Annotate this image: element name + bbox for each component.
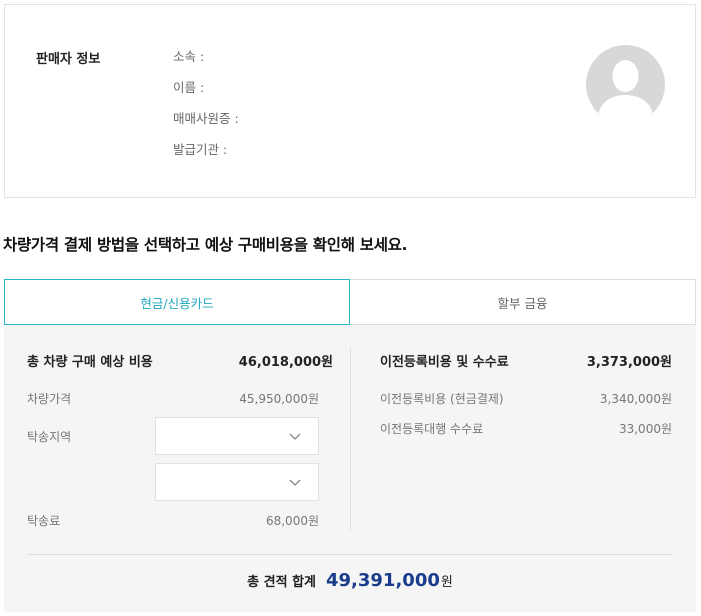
delivery-region-row: 탁송지역	[27, 428, 71, 445]
registration-total-label: 이전등록비용 및 수수료	[380, 355, 509, 370]
vehicle-price-value: 45,950,000원	[239, 392, 319, 406]
user-silhouette-icon	[597, 60, 654, 124]
payment-method-tabs: 현금/신용카드 할부 금융	[4, 279, 696, 325]
seller-license-label: 매매사원증 :	[173, 111, 239, 126]
vehicle-total-value: 46,018,000원	[238, 355, 333, 370]
seller-fields: 소속 : 이름 : 매매사원증 : 발급기관 :	[173, 49, 239, 173]
seller-issuer-label: 발급기관 :	[173, 142, 228, 157]
tab-loan-label: 할부 금융	[497, 295, 548, 311]
registration-cost-value: 3,340,000원	[599, 392, 672, 406]
vehicle-price-row: 차량가격 45,950,000원	[27, 390, 319, 407]
delivery-fee-value: 68,000원	[265, 514, 319, 528]
registration-cost-row: 이전등록비용 (현금결제) 3,340,000원	[380, 390, 672, 407]
agency-fee-label: 이전등록대행 수수료	[380, 422, 484, 436]
registration-cost-label: 이전등록비용 (현금결제)	[380, 392, 504, 406]
registration-total-value: 3,373,000원	[586, 355, 672, 370]
grand-total: 총 견적 합계 49,391,000 원	[4, 570, 696, 591]
delivery-region-select-1[interactable]	[155, 417, 319, 455]
total-divider	[27, 554, 673, 555]
grand-total-amount: 49,391,000	[326, 570, 440, 591]
grand-total-unit: 원	[440, 575, 453, 590]
seller-info-title: 판매자 정보	[36, 52, 101, 67]
tab-cash-credit-card[interactable]: 현금/신용카드	[4, 279, 350, 325]
delivery-region-label: 탁송지역	[27, 430, 72, 444]
vehicle-price-label: 차량가격	[27, 392, 72, 406]
tab-installment-finance[interactable]: 할부 금융	[349, 279, 696, 325]
seller-affiliation-label: 소속 :	[173, 49, 205, 64]
chevron-down-icon	[289, 479, 301, 486]
registration-total-row: 이전등록비용 및 수수료 3,373,000원	[380, 351, 672, 370]
tab-cash-label: 현금/신용카드	[140, 295, 214, 311]
agency-fee-value: 33,000원	[618, 422, 672, 436]
section-heading: 차량가격 결제 방법을 선택하고 예상 구매비용을 확인해 보세요.	[3, 236, 408, 254]
agency-fee-row: 이전등록대행 수수료 33,000원	[380, 420, 672, 437]
estimate-panel: 총 차량 구매 예상 비용 46,018,000원 차량가격 45,950,00…	[4, 325, 696, 612]
avatar	[586, 45, 665, 124]
vehicle-total-label: 총 차량 구매 예상 비용	[27, 355, 153, 370]
column-divider	[350, 347, 351, 531]
vehicle-total-row: 총 차량 구매 예상 비용 46,018,000원	[27, 351, 333, 370]
grand-total-label: 총 견적 합계	[247, 575, 316, 590]
delivery-region-select-2[interactable]	[155, 463, 319, 501]
seller-name-label: 이름 :	[173, 80, 205, 95]
delivery-fee-row: 탁송료 68,000원	[27, 512, 319, 529]
chevron-down-icon	[289, 433, 301, 440]
seller-info-card: 판매자 정보 소속 : 이름 : 매매사원증 : 발급기관 :	[4, 4, 696, 198]
delivery-fee-label: 탁송료	[27, 514, 61, 528]
